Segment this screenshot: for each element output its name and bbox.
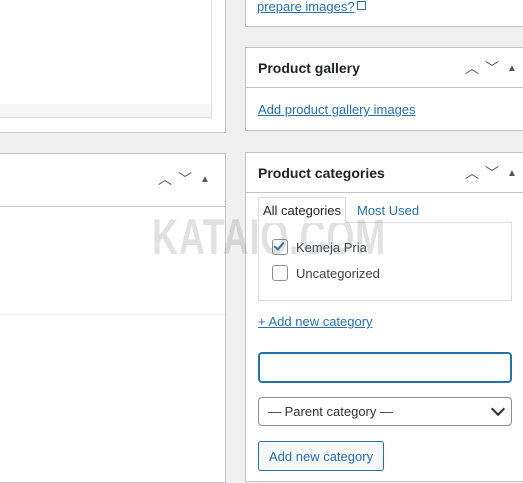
product-gallery-header: Product gallery ︿ ﹀ ▲: [246, 48, 523, 88]
add-new-category-button[interactable]: Add new category: [258, 441, 385, 471]
panel-controls: ︿ ﹀ ▲: [155, 169, 215, 189]
chevron-up-icon[interactable]: ︿: [462, 58, 482, 78]
prepare-images-link[interactable]: prepare images?: [257, 0, 366, 14]
chevron-down-icon: [490, 401, 506, 417]
category-checklist: Kemeja Pria Uncategorized: [258, 222, 512, 301]
product-data-panel: ︿ ﹀ ▲: [0, 153, 226, 483]
left-content-panel: [0, 0, 226, 133]
triangle-up-icon[interactable]: ▲: [195, 169, 215, 189]
checkbox-checked[interactable]: [272, 239, 288, 255]
parent-category-select[interactable]: — Parent category —: [258, 397, 512, 426]
new-category-input[interactable]: [258, 352, 512, 383]
editor-status-bar: [0, 104, 212, 118]
product-categories-box: Product categories ︿ ﹀ ▲ All categories …: [245, 152, 523, 482]
chevron-down-icon[interactable]: ﹀: [175, 169, 195, 189]
product-data-header: ︿ ﹀ ▲: [0, 154, 225, 207]
product-categories-title: Product categories: [258, 165, 385, 181]
chevron-up-icon[interactable]: ︿: [462, 163, 482, 183]
category-label: Kemeja Pria: [296, 239, 367, 255]
divider: [0, 314, 225, 315]
triangle-up-icon[interactable]: ▲: [502, 58, 522, 78]
category-label: Uncategorized: [296, 265, 380, 281]
product-image-box: prepare images?: [245, 0, 523, 27]
chevron-down-icon[interactable]: ﹀: [482, 163, 502, 183]
category-item-uncategorized[interactable]: Uncategorized: [272, 265, 380, 281]
external-link-icon: [356, 1, 366, 10]
editor-area[interactable]: [0, 0, 212, 105]
prepare-images-link-text: prepare images?: [257, 0, 355, 14]
tab-all-categories[interactable]: All categories: [258, 197, 346, 223]
parent-category-value: — Parent category —: [268, 404, 393, 419]
categories-controls: ︿ ﹀ ▲: [462, 163, 522, 183]
category-item-kemeja-pria[interactable]: Kemeja Pria: [272, 239, 367, 255]
triangle-up-icon[interactable]: ▲: [502, 163, 522, 183]
add-gallery-images-link[interactable]: Add product gallery images: [258, 102, 416, 117]
product-gallery-title: Product gallery: [258, 60, 360, 76]
chevron-down-icon[interactable]: ﹀: [482, 58, 502, 78]
gallery-controls: ︿ ﹀ ▲: [462, 58, 522, 78]
tab-most-used[interactable]: Most Used: [357, 197, 419, 223]
checkbox[interactable]: [272, 265, 288, 281]
add-new-category-toggle[interactable]: + Add new category: [258, 314, 373, 329]
product-gallery-box: Product gallery ︿ ﹀ ▲ Add product galler…: [245, 47, 523, 131]
chevron-up-icon[interactable]: ︿: [155, 169, 175, 189]
product-categories-header: Product categories ︿ ﹀ ▲: [246, 153, 523, 193]
